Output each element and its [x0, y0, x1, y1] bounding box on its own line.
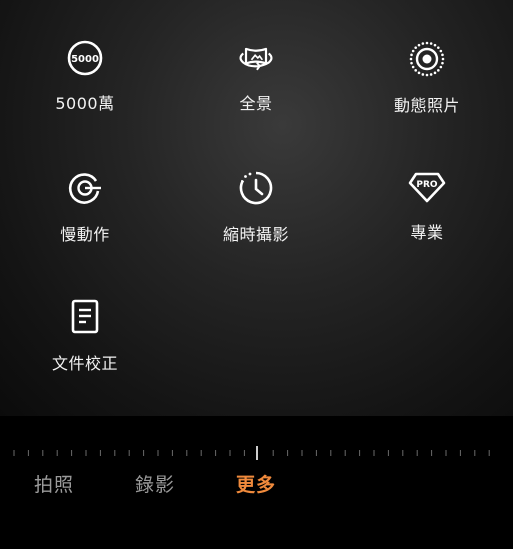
mode-50mp[interactable]: 5000 5000萬 — [15, 0, 155, 113]
panorama-icon — [236, 40, 276, 76]
live-ring-dot — [421, 42, 425, 45]
tab-photo[interactable]: 拍照 — [34, 470, 74, 497]
live-ring-dot — [411, 49, 415, 53]
live-ring-dot — [417, 71, 421, 75]
live-ring-dot — [437, 69, 440, 72]
live-ring-dot — [417, 43, 421, 47]
live-ring-dot — [425, 41, 429, 45]
mode-label: 全景 — [239, 94, 273, 113]
zoom-ruler[interactable] — [0, 446, 513, 460]
pro-badge-text: PRO — [416, 180, 438, 190]
live-ring-dot — [411, 65, 415, 69]
live-ring-dot — [437, 46, 440, 49]
mode-live-photo[interactable]: 動態照片 — [357, 0, 497, 115]
live-ring-dot — [429, 42, 433, 45]
mode-slow-motion[interactable]: 慢動作 — [15, 129, 155, 244]
pro-badge-icon: PRO — [407, 169, 447, 205]
timelapse-icon — [236, 169, 276, 207]
mode-label: 慢動作 — [60, 225, 110, 244]
mode-label: 縮時攝影 — [222, 225, 289, 244]
live-ring-dot — [414, 69, 417, 72]
mode-panorama[interactable]: 全景 — [186, 0, 326, 113]
tab-more[interactable]: 更多 — [236, 470, 276, 497]
live-ring-dot — [409, 57, 413, 61]
live-ring-dot — [439, 49, 443, 53]
slow-motion-icon — [65, 169, 105, 207]
live-ring-dot — [433, 71, 437, 75]
5000-badge-text: 5000 — [71, 54, 99, 65]
mode-document-correction[interactable]: 文件校正 — [15, 258, 155, 373]
live-ring-dot — [429, 73, 433, 76]
live-ring-dot — [421, 73, 425, 76]
live-ring-dot — [410, 61, 413, 65]
live-ring-dot — [439, 65, 443, 69]
live-photo-icon — [407, 40, 447, 78]
5000-badge-icon: 5000 — [65, 40, 105, 76]
mode-pro[interactable]: PRO 專業 — [357, 129, 497, 242]
live-ring-dot — [414, 46, 417, 49]
live-ring-dot — [441, 57, 445, 61]
live-ring-dot — [425, 73, 429, 77]
document-icon — [65, 298, 105, 336]
mode-label: 動態照片 — [393, 96, 460, 115]
mode-label: 文件校正 — [51, 354, 118, 373]
live-ring-dot — [433, 43, 437, 47]
live-ring-dot — [441, 53, 444, 57]
mode-switcher-bar: 拍照 錄影 更多 — [0, 416, 513, 549]
tab-video[interactable]: 錄影 — [135, 470, 175, 497]
mode-grid: 5000 5000萬 全景 動態照片 慢動作 縮時攝影 PRO 專業 文件校正 — [0, 0, 513, 416]
mode-timelapse[interactable]: 縮時攝影 — [186, 129, 326, 244]
live-ring-dot — [441, 61, 444, 65]
mode-label: 5000萬 — [55, 94, 115, 113]
mode-label: 專業 — [410, 223, 444, 242]
live-ring-dot — [410, 53, 413, 57]
